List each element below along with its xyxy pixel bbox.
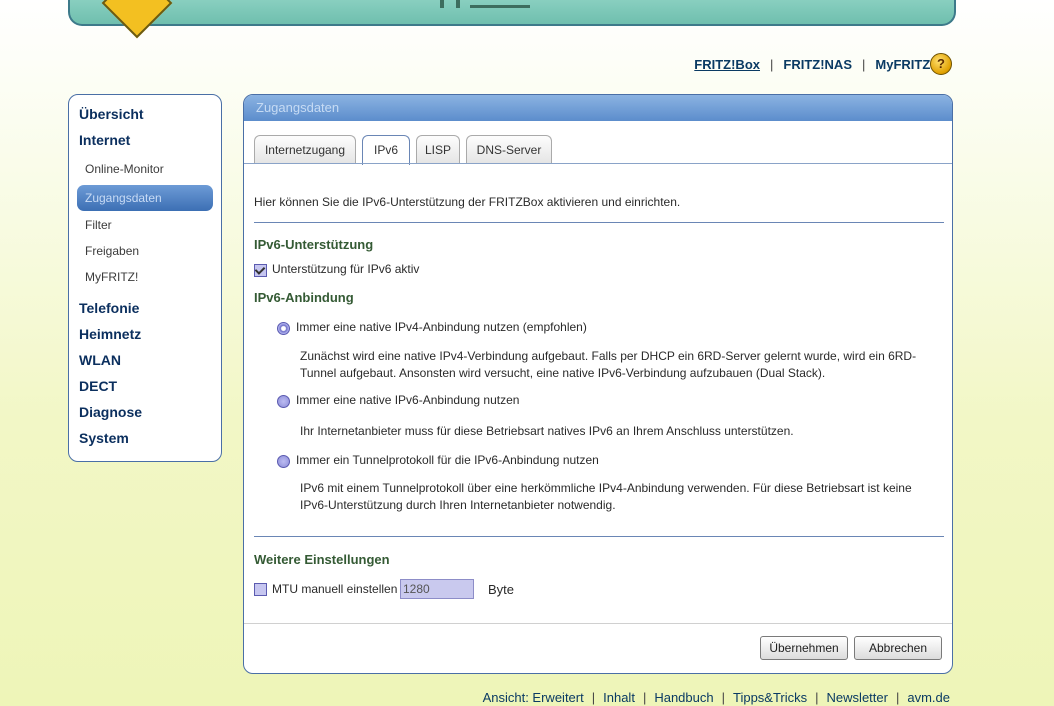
option-native-ipv4-description: Zunächst wird eine native IPv4-Verbindun… [300, 349, 917, 380]
divider [254, 222, 944, 223]
mtu-label[interactable]: MTU manuell einstellen [272, 582, 397, 596]
footer-links: Ansicht: Erweitert | Inhalt | Handbuch |… [483, 690, 950, 705]
option-tunnel-radio[interactable] [277, 455, 290, 468]
option-tunnel-label[interactable]: Immer ein Tunnelprotokoll für die IPv6-A… [296, 453, 599, 467]
ipv6-support-label[interactable]: Unterstützung für IPv6 aktiv [272, 262, 419, 276]
header-band [68, 0, 956, 26]
option-native-ipv6-radio[interactable] [277, 395, 290, 408]
option-native-ipv4-radio[interactable] [277, 322, 290, 335]
footer-separator: | [815, 690, 819, 705]
mtu-checkbox[interactable] [254, 583, 267, 596]
nav-separator: | [862, 57, 866, 72]
sidebar-item-freigaben[interactable]: Freigaben [85, 244, 139, 258]
intro-text: Hier können Sie die IPv6-Unterstützung d… [254, 195, 681, 209]
sidebar-item-system[interactable]: System [79, 430, 129, 446]
nav-link-myfritz[interactable]: MyFRITZ! [875, 57, 934, 72]
nav-link-fritzbox[interactable]: FRITZ!Box [694, 57, 760, 72]
divider [254, 536, 944, 537]
sidebar-item-zugangsdaten[interactable]: Zugangsdaten [77, 185, 213, 211]
sidebar-item-internet[interactable]: Internet [79, 132, 130, 148]
sidebar-item-heimnetz[interactable]: Heimnetz [79, 326, 141, 342]
tab-dns-server[interactable]: DNS-Server [466, 135, 552, 164]
footer-separator: | [895, 690, 900, 705]
footer-link-tipps[interactable]: Tipps&Tricks [733, 690, 807, 705]
more-settings-heading: Weitere Einstellungen [254, 552, 390, 567]
mtu-input[interactable] [400, 579, 474, 599]
footer-link-avm[interactable]: avm.de [907, 690, 950, 705]
option-native-ipv4-label[interactable]: Immer eine native IPv4-Anbindung nutzen … [296, 320, 587, 334]
option-native-ipv6-label[interactable]: Immer eine native IPv6-Anbindung nutzen [296, 393, 519, 407]
footer-separator: | [591, 690, 596, 705]
sidebar-item-diagnose[interactable]: Diagnose [79, 404, 142, 420]
sidebar-item-filter[interactable]: Filter [85, 218, 112, 232]
footer-separator: | [721, 690, 725, 705]
footer-view-mode[interactable]: Ansicht: Erweitert [483, 690, 584, 705]
sidebar-item-online-monitor[interactable]: Online-Monitor [85, 162, 164, 176]
top-navigation: FRITZ!Box | FRITZ!NAS | MyFRITZ! | [694, 57, 948, 72]
tab-underline [244, 163, 952, 164]
ipv6-support-heading: IPv6-Unterstützung [254, 237, 374, 252]
footer-link-handbuch[interactable]: Handbuch [654, 690, 713, 705]
option-tunnel-description: IPv6 mit einem Tunnelprotokoll über eine… [300, 481, 912, 512]
sidebar: Übersicht Internet Online-Monitor Zugang… [68, 94, 222, 462]
main-panel: Zugangsdaten Internetzugang IPv6 LISP DN… [243, 94, 953, 674]
footer-link-newsletter[interactable]: Newsletter [827, 690, 888, 705]
apply-button[interactable]: Übernehmen [760, 636, 848, 660]
footer-link-inhalt[interactable]: Inhalt [603, 690, 635, 705]
tab-lisp[interactable]: LISP [416, 135, 460, 164]
ipv6-connection-heading: IPv6-Anbindung [254, 290, 354, 305]
mtu-unit: Byte [488, 582, 515, 597]
sidebar-item-telefonie[interactable]: Telefonie [79, 300, 139, 316]
header-logo-text [440, 0, 580, 8]
nav-separator: | [770, 57, 774, 72]
nav-link-fritznas[interactable]: FRITZ!NAS [783, 57, 852, 72]
cancel-button[interactable]: Abbrechen [854, 636, 942, 660]
sidebar-item-myfritz[interactable]: MyFRITZ! [85, 270, 138, 284]
help-icon[interactable]: ? [930, 53, 952, 75]
sidebar-item-uebersicht[interactable]: Übersicht [79, 106, 144, 122]
tab-ipv6[interactable]: IPv6 [362, 135, 410, 165]
button-row-separator [244, 623, 952, 624]
ipv6-support-checkbox[interactable] [254, 264, 267, 277]
panel-title: Zugangsdaten [244, 95, 952, 121]
option-native-ipv6-description: Ihr Internetanbieter muss für diese Betr… [300, 424, 794, 438]
tab-internetzugang[interactable]: Internetzugang [254, 135, 356, 164]
sidebar-item-wlan[interactable]: WLAN [79, 352, 121, 368]
sidebar-item-dect[interactable]: DECT [79, 378, 117, 394]
footer-separator: | [642, 690, 647, 705]
